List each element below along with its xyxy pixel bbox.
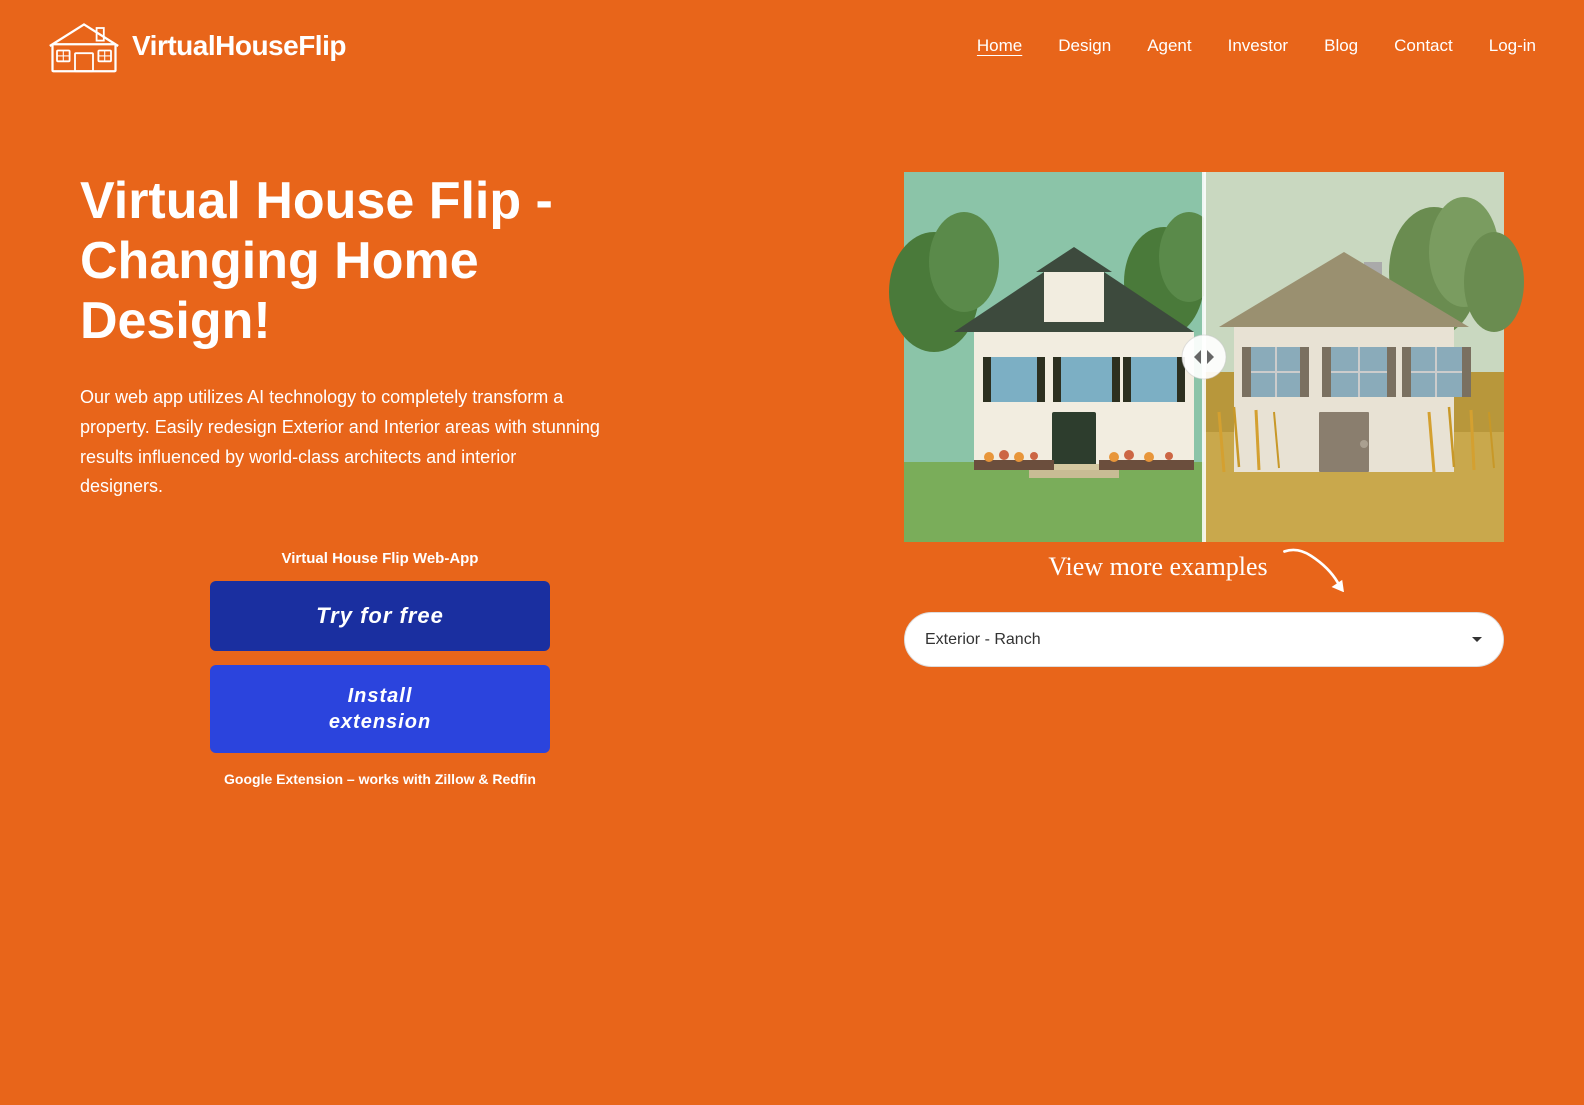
logo-area[interactable]: VirtualHouseFlip: [48, 18, 346, 74]
nav-links: Home Design Agent Investor Blog Contact …: [977, 36, 1536, 56]
nav-link-design[interactable]: Design: [1058, 36, 1111, 55]
nav-link-login[interactable]: Log-in: [1489, 36, 1536, 55]
nav-item-investor[interactable]: Investor: [1228, 36, 1288, 56]
nav-item-blog[interactable]: Blog: [1324, 36, 1358, 56]
nav-item-agent[interactable]: Agent: [1147, 36, 1191, 56]
nav-link-investor[interactable]: Investor: [1228, 36, 1288, 55]
hero-right: View more examples Exterior - Ranch Exte…: [884, 172, 1524, 667]
nav-link-blog[interactable]: Blog: [1324, 36, 1358, 55]
nav-link-agent[interactable]: Agent: [1147, 36, 1191, 55]
cta-label: Virtual House Flip Web-App: [80, 550, 680, 567]
install-extension-button[interactable]: Install extension: [210, 665, 550, 753]
nav-link-home[interactable]: Home: [977, 36, 1022, 55]
comparison-container: [884, 172, 1524, 542]
view-more-text: View more examples: [1048, 552, 1267, 582]
nav-item-login[interactable]: Log-in: [1489, 36, 1536, 56]
navbar: VirtualHouseFlip Home Design Agent Inves…: [0, 0, 1584, 92]
examples-dropdown[interactable]: Exterior - Ranch Exterior - Modern Exter…: [904, 612, 1504, 667]
try-for-free-button[interactable]: Try for free: [210, 581, 550, 651]
house-logo-icon: [48, 18, 120, 74]
nav-item-design[interactable]: Design: [1058, 36, 1111, 56]
comparison-svg: [884, 172, 1524, 542]
extension-note: Google Extension – works with Zillow & R…: [80, 771, 680, 787]
view-more-area: View more examples: [884, 542, 1524, 592]
nav-item-contact[interactable]: Contact: [1394, 36, 1453, 56]
nav-link-contact[interactable]: Contact: [1394, 36, 1453, 55]
hero-description: Our web app utilizes AI technology to co…: [80, 383, 600, 502]
curved-arrow-icon: [1280, 542, 1360, 592]
hero-section: Virtual House Flip - Changing Home Desig…: [0, 92, 1584, 847]
nav-item-home[interactable]: Home: [977, 36, 1022, 56]
logo-text: VirtualHouseFlip: [132, 30, 346, 62]
install-line2: extension: [329, 711, 431, 733]
install-line1: Install: [348, 685, 413, 707]
hero-title: Virtual House Flip - Changing Home Desig…: [80, 172, 680, 351]
hero-left: Virtual House Flip - Changing Home Desig…: [80, 172, 680, 787]
